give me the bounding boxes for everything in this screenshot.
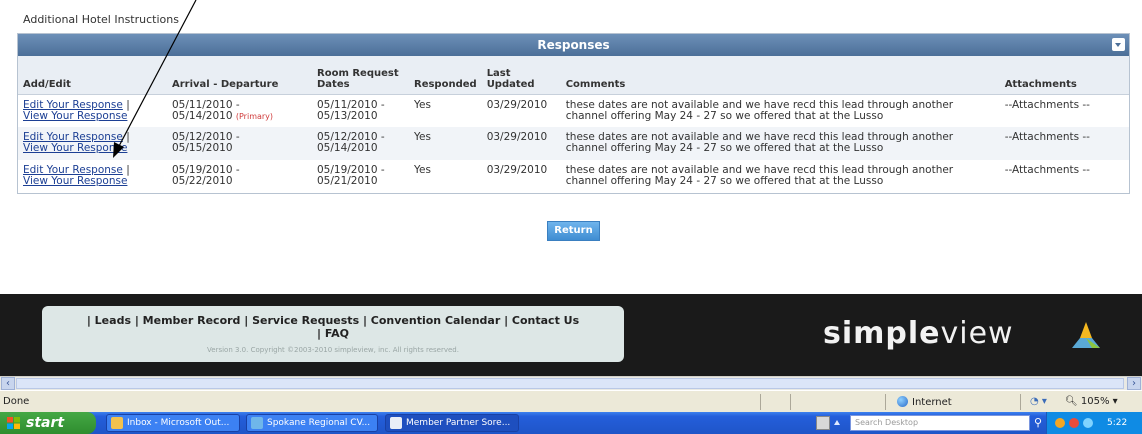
start-button[interactable]: start bbox=[0, 412, 96, 434]
zoom-level[interactable]: 🔍︎ 105% ▾ bbox=[1065, 396, 1118, 407]
primary-tag: (Primary) bbox=[235, 111, 274, 121]
outlook-icon bbox=[111, 417, 123, 429]
search-icon[interactable]: ⚲ bbox=[1034, 416, 1042, 429]
document-icon bbox=[390, 417, 402, 429]
responded-cell: Yes bbox=[409, 127, 482, 160]
simpleview-logo: simpleview bbox=[823, 316, 1014, 351]
attachments-cell: --Attachments -- bbox=[999, 127, 1129, 160]
departure-date: 05/14/2010 bbox=[172, 109, 233, 122]
horizontal-scrollbar[interactable]: ‹ › bbox=[0, 376, 1142, 390]
tray-app-icon[interactable] bbox=[1055, 418, 1065, 428]
arrival-departure-cell: 05/19/2010 - 05/22/2010 bbox=[167, 160, 312, 193]
status-text: Done bbox=[3, 396, 30, 407]
view-response-link[interactable]: View Your Response bbox=[23, 110, 127, 122]
departure-date: 05/22/2010 bbox=[172, 175, 233, 187]
comments-cell: these dates are not available and we hav… bbox=[565, 164, 954, 187]
browser-page: Additional Hotel Instructions Responses … bbox=[0, 0, 1142, 294]
scroll-right-icon[interactable]: › bbox=[1127, 377, 1141, 390]
footer-links[interactable]: | Leads | Member Record | Service Reques… bbox=[42, 314, 624, 340]
desktop-search-input[interactable]: Search Desktop bbox=[850, 415, 1030, 431]
column-header-responded: Responded bbox=[409, 56, 482, 95]
column-header-attachments: Attachments bbox=[999, 56, 1129, 95]
taskbar-item-browser[interactable]: Spokane Regional CV... bbox=[246, 414, 378, 432]
internet-globe-icon bbox=[897, 396, 908, 407]
column-header-room-request-dates: Room Request Dates bbox=[312, 56, 409, 95]
departure-date: 05/15/2010 bbox=[172, 142, 233, 154]
notification-area: 5:22 PM bbox=[1046, 412, 1142, 434]
footer-nav-box: | Leads | Member Record | Service Reques… bbox=[42, 306, 624, 362]
table-header-row: Add/Edit Arrival - Departure Room Reques… bbox=[18, 56, 1129, 95]
footer-links-line[interactable]: | Leads | Member Record | Service Reques… bbox=[42, 314, 624, 327]
table-row: Edit Your Response | View Your Response … bbox=[18, 94, 1129, 127]
security-zone: Internet bbox=[897, 396, 952, 408]
room-request-cell: 05/11/2010 - 05/13/2010 bbox=[312, 94, 409, 127]
scroll-left-icon[interactable]: ‹ bbox=[1, 377, 15, 390]
responded-cell: Yes bbox=[414, 164, 431, 176]
responded-cell: Yes bbox=[414, 98, 431, 111]
room-end-date: 05/13/2010 bbox=[317, 109, 378, 122]
tray-network-icon[interactable] bbox=[1083, 418, 1093, 428]
tray-security-icon[interactable] bbox=[1069, 418, 1079, 428]
attachments-cell: --Attachments -- bbox=[1004, 164, 1090, 176]
column-header-comments: Comments bbox=[560, 56, 1000, 95]
column-header-last-updated: Last Updated bbox=[481, 56, 561, 95]
protected-mode-icon[interactable]: ◔ ▾ bbox=[1030, 396, 1047, 407]
show-hidden-icons-icon[interactable] bbox=[834, 420, 840, 425]
view-response-link[interactable]: View Your Response bbox=[23, 142, 127, 154]
responses-header: Responses bbox=[18, 34, 1129, 56]
responses-table: Add/Edit Arrival - Departure Room Reques… bbox=[18, 56, 1129, 193]
clock: 5:22 PM bbox=[1107, 418, 1128, 428]
scrollbar-thumb[interactable] bbox=[16, 378, 1124, 389]
room-end-date: 05/21/2010 bbox=[317, 175, 378, 187]
last-updated-cell: 03/29/2010 bbox=[481, 127, 561, 160]
table-row: Edit Your Response | View Your Response … bbox=[18, 160, 1129, 193]
footer-faq-link[interactable]: | FAQ bbox=[42, 327, 624, 340]
add-edit-cell: Edit Your Response | View Your Response bbox=[18, 94, 167, 127]
collapse-icon[interactable] bbox=[1112, 38, 1125, 51]
help-icon[interactable] bbox=[816, 416, 830, 430]
room-end-date: 05/14/2010 bbox=[317, 142, 378, 154]
windows-flag-icon bbox=[7, 417, 20, 429]
room-request-cell: 05/12/2010 - 05/14/2010 bbox=[312, 127, 409, 160]
taskbar-item-member-partner[interactable]: Member Partner Sore... bbox=[385, 414, 519, 432]
browser-status-bar: Done Internet ◔ ▾ 🔍︎ 105% ▾ bbox=[0, 390, 1142, 412]
simpleview-logo-icon bbox=[1072, 322, 1100, 348]
return-button[interactable]: Return bbox=[547, 221, 600, 241]
column-header-arrival-departure: Arrival - Departure bbox=[167, 56, 312, 95]
last-updated-cell: 03/29/2010 bbox=[486, 164, 548, 176]
add-edit-cell: Edit Your Response | View Your Response bbox=[18, 127, 167, 160]
attachments-cell: --Attachments -- bbox=[1004, 98, 1090, 111]
comments-cell: these dates are not available and we hav… bbox=[565, 98, 954, 122]
system-tray: Search Desktop ⚲ 5:22 PM bbox=[806, 412, 1142, 434]
table-row: Edit Your Response | View Your Response … bbox=[18, 127, 1129, 160]
arrival-departure-cell: 05/12/2010 - 05/15/2010 bbox=[167, 127, 312, 160]
responses-title: Responses bbox=[537, 38, 610, 52]
arrival-departure-cell: 05/11/2010 - 05/14/2010 (Primary) bbox=[167, 94, 312, 127]
add-edit-cell: Edit Your Response | View Your Response bbox=[18, 160, 167, 193]
internet-explorer-icon bbox=[251, 417, 263, 429]
taskbar-item-outlook[interactable]: Inbox - Microsoft Out... bbox=[106, 414, 240, 432]
column-header-add-edit: Add/Edit bbox=[18, 56, 167, 95]
copyright-text: Version 3.0. Copyright ©2003-2010 simple… bbox=[207, 346, 459, 354]
site-footer: | Leads | Member Record | Service Reques… bbox=[0, 294, 1142, 376]
hotel-instructions-label: Additional Hotel Instructions bbox=[23, 13, 179, 26]
comments-cell: these dates are not available and we hav… bbox=[560, 127, 1000, 160]
windows-taskbar: start Inbox - Microsoft Out... Spokane R… bbox=[0, 412, 1142, 434]
responses-panel: Responses Add/Edit Arrival - Departure R… bbox=[17, 33, 1130, 194]
room-request-cell: 05/19/2010 - 05/21/2010 bbox=[312, 160, 409, 193]
view-response-link[interactable]: View Your Response bbox=[23, 175, 127, 187]
last-updated-cell: 03/29/2010 bbox=[486, 98, 548, 111]
